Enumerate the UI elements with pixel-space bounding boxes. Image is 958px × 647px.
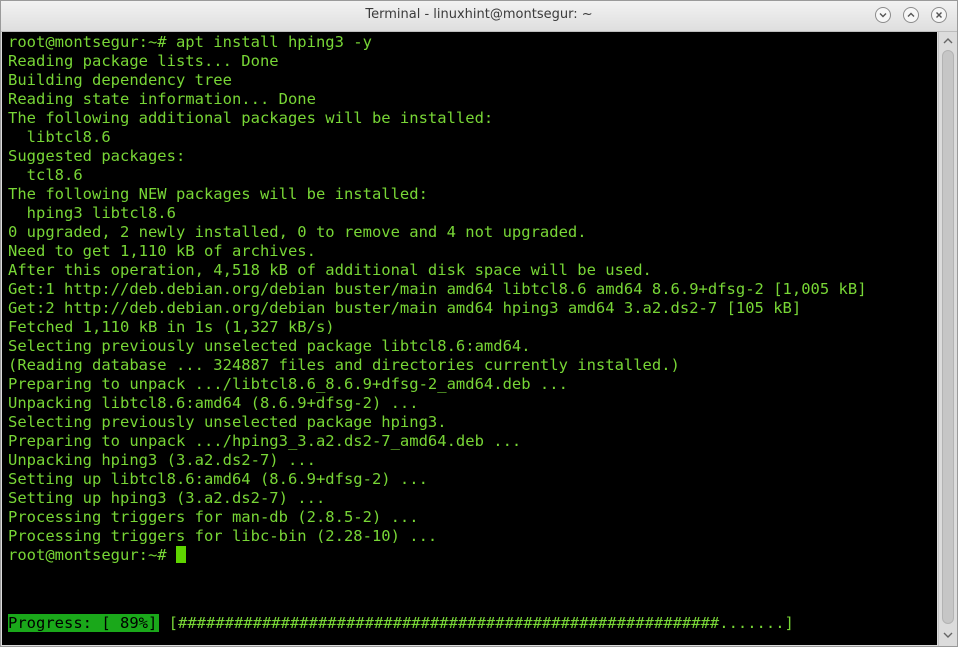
window-title: Terminal - linuxhint@montsegur: ~ [365,7,593,22]
terminal-lines: root@montsegur:~# apt install hping3 -y R… [8,33,867,565]
terminal-line: The following additional packages will b… [8,109,494,127]
scroll-down-icon[interactable] [942,630,954,640]
terminal-line: tcl8.6 [8,166,83,184]
chevron-down-icon [879,13,887,18]
terminal-output[interactable]: root@montsegur:~# apt install hping3 -y R… [2,32,937,645]
minimize-button[interactable] [875,7,891,23]
progress-line: Progress: [ 89%] [######################… [8,614,794,633]
terminal-line: root@montsegur:~# apt install hping3 -y [8,33,372,51]
terminal-line: libtcl8.6 [8,128,111,146]
maximize-button[interactable] [903,7,919,23]
close-icon [936,12,942,18]
terminal-line: 0 upgraded, 2 newly installed, 0 to remo… [8,223,587,241]
terminal-line: Suggested packages: [8,147,186,165]
terminal-line: hping3 libtcl8.6 [8,204,176,222]
terminal-line: Preparing to unpack .../libtcl8.6_8.6.9+… [8,375,568,393]
terminal-line: Processing triggers for man-db (2.8.5-2)… [8,508,419,526]
prompt: root@montsegur:~# [8,546,176,564]
terminal-line: After this operation, 4,518 kB of additi… [8,261,652,279]
terminal-line: Selecting previously unselected package … [8,413,447,431]
terminal-line: Setting up libtcl8.6:amd64 (8.6.9+dfsg-2… [8,470,428,488]
terminal-window: Terminal - linuxhint@montsegur: ~ root@m… [0,0,958,647]
terminal-line: Building dependency tree [8,71,232,89]
terminal-line: Get:2 http://deb.debian.org/debian buste… [8,299,802,317]
terminal-line: Preparing to unpack .../hping3_3.a2.ds2-… [8,432,522,450]
terminal-line: (Reading database ... 324887 files and d… [8,356,680,374]
terminal-line: Get:1 http://deb.debian.org/debian buste… [8,280,867,298]
terminal-line: The following NEW packages will be insta… [8,185,428,203]
progress-bar: [#######################################… [168,614,794,632]
close-button[interactable] [931,7,947,23]
chevron-up-icon [907,12,915,17]
terminal-line: Reading state information... Done [8,90,316,108]
text-cursor [175,546,186,563]
terminal-line: Unpacking libtcl8.6:amd64 (8.6.9+dfsg-2)… [8,394,419,412]
scrollbar-thumb[interactable] [942,50,954,624]
terminal-line: Need to get 1,110 kB of archives. [8,242,316,260]
title-bar[interactable]: Terminal - linuxhint@montsegur: ~ [1,1,957,32]
progress-label: Progress: [ 89%] [8,614,160,632]
terminal-line: Processing triggers for libc-bin (2.28-1… [8,527,438,545]
terminal-line: Setting up hping3 (3.a2.ds2-7) ... [8,489,326,507]
vertical-scrollbar[interactable] [938,32,957,646]
terminal-line: Unpacking hping3 (3.a2.ds2-7) ... [8,451,316,469]
terminal-line: Reading package lists... Done [8,52,279,70]
prompt-line: root@montsegur:~# [8,546,867,565]
terminal-line: Fetched 1,110 kB in 1s (1,327 kB/s) [8,318,335,336]
terminal-line: Selecting previously unselected package … [8,337,531,355]
scroll-up-icon[interactable] [942,36,954,46]
